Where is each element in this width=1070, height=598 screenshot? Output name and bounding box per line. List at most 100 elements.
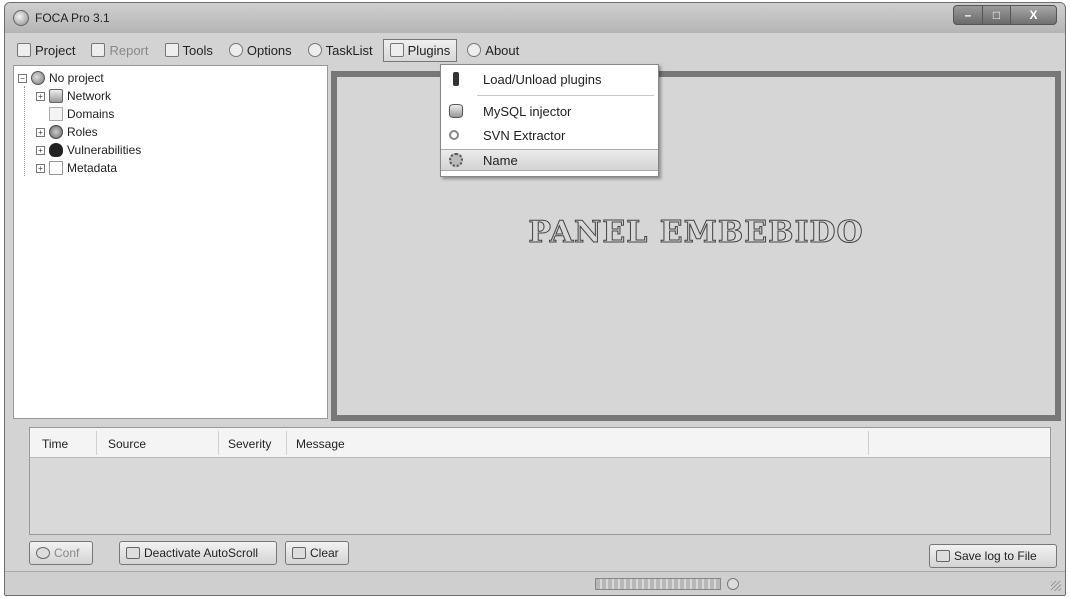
- tree-node-network[interactable]: + Network: [36, 89, 111, 103]
- tree-node-roles[interactable]: + Roles: [36, 125, 98, 139]
- menu-about-label: About: [485, 42, 520, 58]
- minimize-icon: –: [964, 8, 972, 22]
- menu-item-load-unload-plugins-label: Load/Unload plugins: [483, 71, 602, 87]
- network-icon: [49, 89, 63, 103]
- close-icon: X: [1029, 8, 1038, 22]
- project-icon: [17, 43, 31, 57]
- expand-icon[interactable]: +: [36, 163, 45, 173]
- tree-node-domains[interactable]: Domains: [49, 107, 114, 121]
- tree-node-network-label: Network: [67, 89, 112, 103]
- menu-options-label: Options: [246, 42, 292, 58]
- menu-tasklist-label: TaskList: [325, 42, 373, 58]
- menu-tools[interactable]: Tools: [159, 40, 219, 61]
- menu-item-mysql-injector-label: MySQL injector: [483, 103, 572, 119]
- conf-button[interactable]: Conf: [29, 541, 93, 565]
- close-button[interactable]: X: [1011, 5, 1057, 25]
- main-window: FOCA Pro 3.1 – □ X Project Report Tools …: [4, 2, 1066, 596]
- tree-node-domains-label: Domains: [67, 107, 115, 121]
- domains-icon: [49, 107, 63, 121]
- project-tree[interactable]: − No project + Network Domains + Roles +…: [13, 65, 328, 419]
- app-icon: [13, 10, 29, 26]
- status-bar: [5, 571, 1065, 595]
- progress-bar-fill: [596, 579, 720, 589]
- column-time[interactable]: Time: [42, 437, 68, 451]
- save-log-button-label: Save log to File: [954, 549, 1037, 563]
- tools-icon: [164, 43, 179, 57]
- menu-item-svn-extractor[interactable]: SVN Extractor: [441, 124, 658, 146]
- tasklist-icon: [307, 43, 322, 57]
- menu-options[interactable]: Options: [223, 40, 298, 61]
- menu-item-name-label: Name: [483, 152, 518, 168]
- save-icon: [936, 550, 950, 562]
- tree-node-vulnerabilities-label: Vulnerabilities: [67, 143, 142, 157]
- menu-plugins[interactable]: Plugins: [382, 38, 458, 62]
- menu-item-svn-extractor-label: SVN Extractor: [483, 127, 566, 143]
- roles-icon: [49, 125, 63, 139]
- deactivate-autoscroll-button-label: Deactivate AutoScroll: [144, 546, 259, 560]
- column-separator[interactable]: [96, 431, 97, 455]
- column-severity[interactable]: Severity: [228, 437, 271, 451]
- menu-report-label: Report: [109, 42, 149, 58]
- menu-item-load-unload-plugins[interactable]: Load/Unload plugins: [441, 68, 658, 90]
- magnifier-icon: [449, 130, 459, 140]
- clear-icon: [292, 547, 306, 559]
- title-bar: FOCA Pro 3.1 – □ X: [5, 3, 1065, 33]
- column-separator[interactable]: [868, 431, 869, 455]
- embedded-panel-text: PANEL EMBEBIDO: [528, 215, 864, 251]
- menu-tasklist[interactable]: TaskList: [302, 40, 379, 61]
- column-separator[interactable]: [286, 431, 287, 455]
- log-table[interactable]: Time Source Severity Message: [29, 427, 1051, 535]
- expand-icon[interactable]: +: [36, 127, 45, 137]
- plugins-dropdown: Load/Unload plugins MySQL injector SVN E…: [440, 64, 659, 177]
- tree-node-metadata[interactable]: + Metadata: [36, 161, 117, 175]
- column-source[interactable]: Source: [108, 437, 146, 451]
- expand-icon[interactable]: +: [36, 145, 45, 155]
- collapse-icon[interactable]: −: [18, 73, 27, 83]
- expand-icon[interactable]: +: [36, 91, 45, 101]
- globe-icon: [31, 71, 45, 85]
- report-icon: [91, 43, 106, 57]
- about-icon: [467, 43, 482, 57]
- metadata-icon: [49, 161, 63, 175]
- tree-node-root-label: No project: [49, 71, 104, 85]
- tree-node-root[interactable]: − No project: [18, 71, 104, 85]
- tree-connector: [24, 86, 25, 176]
- menu-item-name[interactable]: Name: [441, 149, 658, 171]
- maximize-button[interactable]: □: [983, 5, 1011, 25]
- tree-node-metadata-label: Metadata: [67, 161, 118, 175]
- menu-separator: [477, 95, 654, 96]
- progress-bar: [595, 578, 721, 590]
- clear-button[interactable]: Clear: [285, 541, 349, 565]
- status-icon: [727, 578, 739, 590]
- menu-tools-label: Tools: [182, 42, 213, 58]
- maximize-icon: □: [992, 8, 1001, 22]
- plug-icon: [453, 72, 459, 86]
- menu-project[interactable]: Project: [11, 40, 81, 61]
- options-gear-icon: [228, 43, 243, 57]
- tree-node-roles-label: Roles: [67, 125, 98, 139]
- database-icon: [449, 104, 463, 118]
- plugins-icon: [389, 43, 404, 57]
- menu-plugins-label: Plugins: [407, 42, 451, 58]
- gear-icon: [449, 153, 463, 167]
- deactivate-autoscroll-button[interactable]: Deactivate AutoScroll: [119, 541, 277, 565]
- column-separator[interactable]: [218, 431, 219, 455]
- conf-icon: [36, 547, 50, 559]
- clear-button-label: Clear: [310, 546, 339, 560]
- menu-bar: Project Report Tools Options TaskList Pl…: [11, 37, 1059, 63]
- menu-report[interactable]: Report: [85, 40, 154, 61]
- menu-item-mysql-injector[interactable]: MySQL injector: [441, 100, 658, 122]
- save-log-button[interactable]: Save log to File: [929, 544, 1057, 568]
- menu-project-label: Project: [35, 42, 76, 58]
- column-message[interactable]: Message: [296, 437, 345, 451]
- window-title: FOCA Pro 3.1: [35, 11, 110, 25]
- autoscroll-icon: [126, 547, 140, 559]
- tree-node-vulnerabilities[interactable]: + Vulnerabilities: [36, 143, 141, 157]
- menu-about[interactable]: About: [461, 40, 525, 61]
- conf-button-label: Conf: [54, 546, 80, 560]
- window-controls: – □ X: [953, 5, 1057, 25]
- log-table-header: Time Source Severity Message: [30, 428, 1050, 458]
- minimize-button[interactable]: –: [953, 5, 983, 25]
- vulnerabilities-icon: [49, 143, 63, 157]
- resize-grip[interactable]: [1051, 581, 1061, 591]
